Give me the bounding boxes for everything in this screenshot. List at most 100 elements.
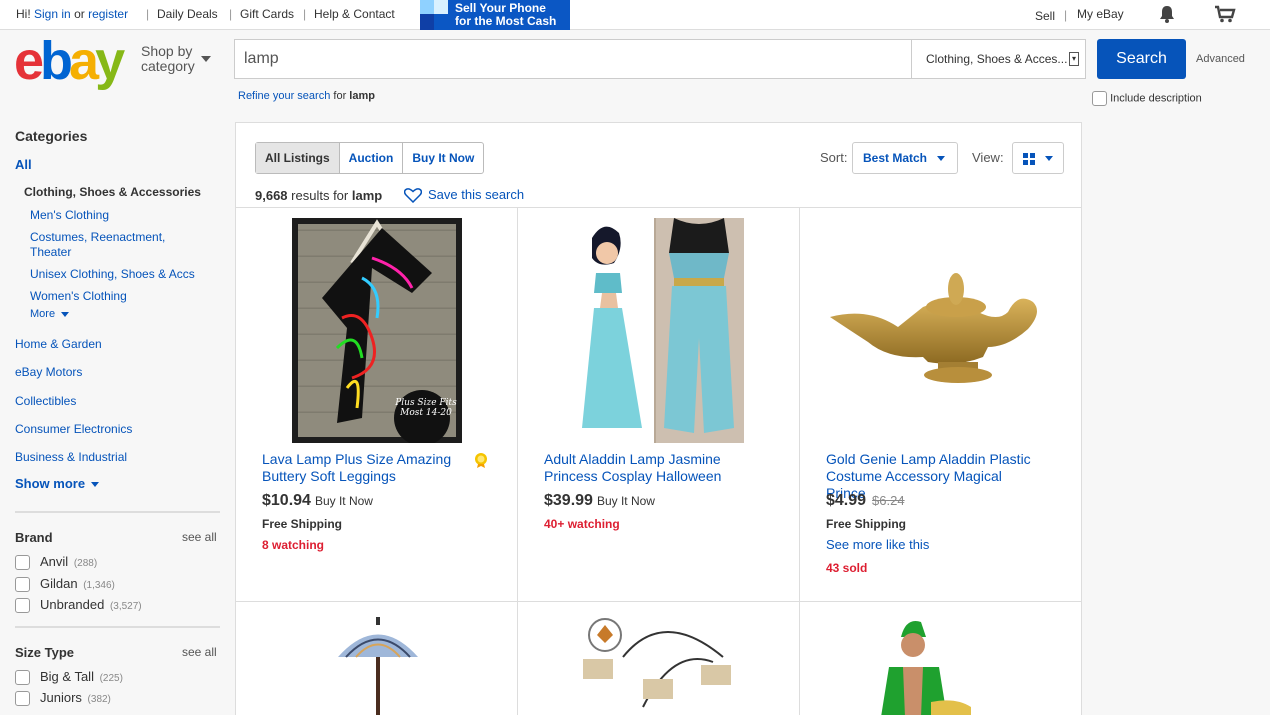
include-description-checkbox[interactable] — [1092, 91, 1107, 106]
brand-see-all-link[interactable]: see all — [182, 530, 217, 544]
brand-checkbox[interactable] — [15, 577, 30, 593]
brand-checkbox[interactable] — [15, 598, 30, 614]
grid-line — [236, 601, 1081, 602]
include-description: Include description — [1092, 91, 1202, 106]
sign-in-link[interactable]: Sign in — [34, 7, 71, 21]
size-checkbox[interactable] — [15, 670, 30, 686]
listing-title[interactable]: Lava Lamp Plus Size Amazing Buttery Soft… — [262, 451, 477, 485]
brand-checkbox[interactable] — [15, 555, 30, 571]
listing-image[interactable] — [574, 218, 744, 443]
listing-title[interactable]: Adult Aladdin Lamp Jasmine Princess Cosp… — [544, 451, 759, 485]
tab-all-listings[interactable]: All Listings — [256, 143, 340, 173]
sell-link[interactable]: Sell — [1035, 9, 1055, 23]
brand-label: Gildan — [40, 576, 78, 591]
more-subcategories-link[interactable]: More — [30, 308, 70, 320]
listing-sold-count: 43 sold — [826, 561, 868, 575]
divider: | — [229, 7, 233, 21]
category-consumer-electronics[interactable]: Consumer Electronics — [15, 422, 132, 436]
listing-price: $4.99 $6.24 — [826, 492, 905, 510]
sort-label: Sort: — [820, 150, 848, 165]
sort-dropdown[interactable]: Best Match — [852, 142, 958, 174]
refine-search-link[interactable]: Refine your search — [238, 90, 330, 102]
advanced-search-link[interactable]: Advanced — [1196, 53, 1245, 65]
see-more-like-this-link[interactable]: See more like this — [826, 537, 929, 552]
brand-heading: Brand — [15, 530, 53, 545]
size-count: (382) — [87, 694, 111, 705]
category-business-industrial[interactable]: Business & Industrial — [15, 450, 127, 464]
size-option-juniors[interactable]: Juniors (382) — [15, 690, 111, 707]
greeting: Hi! Sign in or register — [16, 7, 128, 21]
category-collectibles[interactable]: Collectibles — [15, 394, 76, 408]
results-panel: All Listings Auction Buy It Now Sort: Be… — [235, 122, 1082, 715]
category-ebay-motors[interactable]: eBay Motors — [15, 365, 82, 379]
listing-type-tabs: All Listings Auction Buy It Now — [255, 142, 485, 174]
notification-bell-icon[interactable] — [1158, 5, 1176, 28]
listing-card[interactable]: Adult Aladdin Lamp Jasmine Princess Cosp… — [518, 207, 799, 601]
chevron-down-icon — [91, 482, 100, 488]
brand-option-gildan[interactable]: Gildan (1,346) — [15, 576, 115, 593]
my-ebay-link[interactable]: My eBay — [1077, 7, 1124, 21]
cart-icon[interactable] — [1214, 5, 1236, 28]
gift-cards-link[interactable]: Gift Cards — [240, 7, 294, 21]
size-type-see-all-link[interactable]: see all — [182, 645, 217, 659]
search-button[interactable]: Search — [1097, 39, 1186, 79]
size-checkbox[interactable] — [15, 691, 30, 707]
result-count: 9,668 results for lamp — [255, 188, 382, 203]
more-label: More — [30, 308, 56, 320]
listing-image-caption: Plus Size Fits Most 14-20 — [395, 398, 457, 418]
search-input[interactable] — [235, 40, 911, 78]
listing-image[interactable] — [336, 617, 420, 715]
show-more-label: Show more — [15, 476, 86, 491]
view-dropdown[interactable] — [1012, 142, 1064, 174]
shop-by-category[interactable]: Shop by category — [141, 43, 211, 74]
results-for-text: results for — [291, 188, 349, 203]
sidebar-divider — [15, 511, 220, 513]
subcategory-costumes-cont[interactable]: Theater — [30, 245, 71, 259]
include-description-label: Include description — [1110, 92, 1202, 105]
listing-card[interactable]: Gold Genie Lamp Aladdin Plastic Costume … — [800, 207, 1081, 601]
result-count-number: 9,668 — [255, 188, 288, 203]
result-query: lamp — [351, 188, 383, 203]
daily-deals-link[interactable]: Daily Deals — [157, 7, 218, 21]
category-all-link[interactable]: All — [15, 157, 32, 172]
brand-option-unbranded[interactable]: Unbranded (3,527) — [15, 597, 142, 614]
listing-image[interactable]: Plus Size Fits Most 14-20 — [292, 218, 462, 443]
register-link[interactable]: register — [88, 7, 128, 21]
listing-watchers: 40+ watching — [544, 517, 620, 531]
subcategory-mens-clothing[interactable]: Men's Clothing — [30, 208, 109, 222]
save-search-link[interactable]: Save this search — [403, 187, 524, 204]
size-option-big-tall[interactable]: Big & Tall (225) — [15, 669, 123, 686]
show-more-categories[interactable]: Show more — [15, 476, 100, 491]
current-category: Clothing, Shoes & Accessories — [24, 185, 201, 199]
refine-for-text: for — [333, 90, 347, 102]
sort-value: Best Match — [863, 151, 928, 165]
listing-format: Buy It Now — [314, 494, 373, 508]
subcategory-unisex[interactable]: Unisex Clothing, Shoes & Accs — [30, 267, 195, 281]
listing-price: $39.99 Buy It Now — [544, 492, 655, 510]
shop-by-line-1: Shop by — [141, 43, 193, 59]
ebay-logo[interactable]: ebay — [14, 30, 125, 92]
or-text: or — [74, 7, 85, 21]
subcategory-costumes[interactable]: Costumes, Reenactment, — [30, 230, 165, 244]
listing-image[interactable] — [828, 267, 1053, 407]
listing-card[interactable]: Plus Size Fits Most 14-20 Lava Lamp Plus… — [236, 207, 517, 601]
brand-option-anvil[interactable]: Anvil (288) — [15, 554, 98, 571]
tab-buy-it-now[interactable]: Buy It Now — [403, 143, 483, 173]
listing-price: $10.94 Buy It Now — [262, 492, 373, 510]
subcategory-womens-clothing[interactable]: Women's Clothing — [30, 289, 127, 303]
sell-phone-banner[interactable]: Sell Your Phone for the Most Cash — [420, 0, 570, 30]
dropdown-arrow-icon: ▾ — [1069, 52, 1079, 66]
listing-watchers: 8 watching — [262, 538, 325, 552]
brand-count: (288) — [73, 558, 98, 569]
listing-image[interactable] — [881, 617, 971, 715]
help-contact-link[interactable]: Help & Contact — [314, 7, 395, 21]
category-select[interactable]: Clothing, Shoes & Acces... ▾ — [911, 40, 1085, 78]
divider: | — [303, 7, 307, 21]
category-home-garden[interactable]: Home & Garden — [15, 337, 102, 351]
original-price: $6.24 — [872, 493, 905, 508]
listing-image[interactable] — [583, 617, 753, 715]
price-value: $4.99 — [826, 492, 867, 509]
category-select-value: Clothing, Shoes & Acces... — [926, 52, 1068, 66]
top-bar: Hi! Sign in or register | Daily Deals | … — [0, 0, 1270, 30]
tab-auction[interactable]: Auction — [340, 143, 404, 173]
